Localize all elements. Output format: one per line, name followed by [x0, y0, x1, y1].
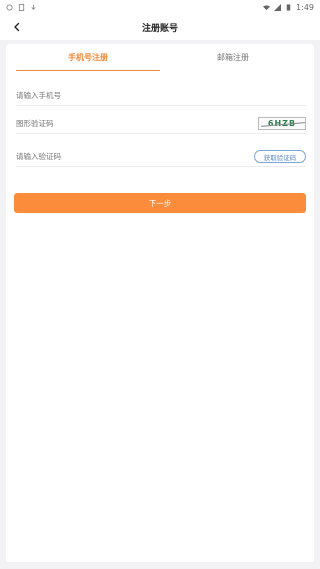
- tab-phone-register[interactable]: 手机号注册: [16, 52, 160, 66]
- back-button[interactable]: [8, 18, 26, 36]
- active-tab-indicator: [16, 70, 160, 71]
- wifi-icon: [263, 4, 271, 10]
- register-tabs: 手机号注册 邮箱注册: [6, 44, 314, 72]
- next-step-button[interactable]: 下一步: [14, 193, 306, 213]
- phone-input[interactable]: [16, 87, 216, 104]
- captcha-field: 6HZB: [16, 114, 306, 134]
- captcha-input[interactable]: [16, 115, 216, 132]
- page-title: 注册账号: [141, 23, 178, 34]
- signal-icon: [274, 3, 282, 11]
- status-bar-left: [6, 3, 37, 11]
- chevron-left-icon: [14, 22, 20, 32]
- status-time: 1:49: [296, 2, 314, 12]
- sms-code-input[interactable]: [16, 148, 216, 165]
- nav-bar: 注册账号: [0, 14, 320, 40]
- sim-icon: [18, 3, 25, 11]
- download-icon: [31, 4, 36, 10]
- phone-field: [16, 86, 306, 106]
- notification-icon: [6, 3, 13, 11]
- battery-icon: [286, 3, 291, 11]
- sms-code-field: 获取验证码: [16, 147, 306, 167]
- tab-email-register[interactable]: 邮箱注册: [161, 52, 305, 66]
- register-card: 手机号注册 邮箱注册 6HZB 获取验证码 下一步: [6, 44, 314, 562]
- status-bar: 1:49: [0, 0, 320, 14]
- get-code-button[interactable]: 获取验证码: [254, 150, 306, 163]
- captcha-image[interactable]: 6HZB: [258, 117, 306, 130]
- status-bar-right: 1:49: [263, 3, 314, 12]
